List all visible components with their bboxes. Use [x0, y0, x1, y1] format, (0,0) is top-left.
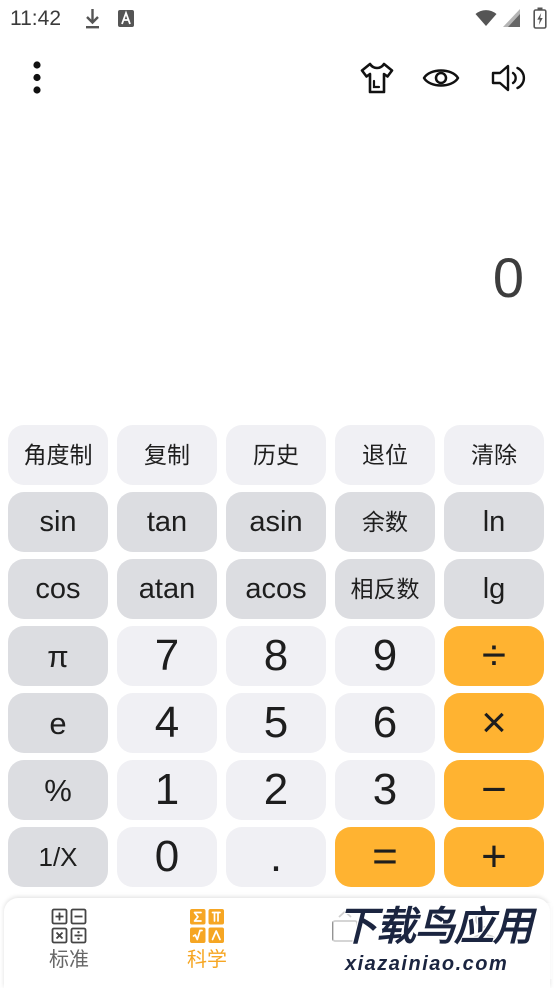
key-tan[interactable]: tan	[117, 492, 217, 552]
cellular-signal-icon	[503, 9, 520, 27]
key-multiply[interactable]: ×	[444, 693, 544, 753]
key-equals[interactable]: =	[335, 827, 435, 887]
key-1[interactable]: 1	[117, 760, 217, 820]
key-6[interactable]: 6	[335, 693, 435, 753]
key-asin[interactable]: asin	[226, 492, 326, 552]
display-value: 0	[492, 246, 524, 309]
battery-charging-icon	[533, 7, 547, 29]
display: 0	[0, 110, 554, 410]
key-sin[interactable]: sin	[8, 492, 108, 552]
key-add[interactable]: +	[444, 827, 544, 887]
key-negate[interactable]: 相反数	[335, 559, 435, 619]
key-history[interactable]: 历史	[226, 425, 326, 485]
watermark: 下载鸟应用 xiazainiao.com	[333, 903, 552, 979]
shirt-icon[interactable]	[360, 62, 394, 94]
a-notification-icon	[118, 10, 134, 27]
key-2[interactable]: 2	[226, 760, 326, 820]
key-8[interactable]: 8	[226, 626, 326, 686]
status-time: 11:42	[10, 7, 61, 30]
key-backspace[interactable]: 退位	[335, 425, 435, 485]
tab-scientific[interactable]: 科学	[142, 898, 272, 984]
key-cos[interactable]: cos	[8, 559, 108, 619]
tab-standard-label: 标准	[49, 949, 89, 971]
key-e[interactable]: e	[8, 693, 108, 753]
eye-icon[interactable]	[422, 64, 460, 92]
key-copy[interactable]: 复制	[117, 425, 217, 485]
key-3[interactable]: 3	[335, 760, 435, 820]
scientific-calculator-icon	[190, 909, 224, 943]
key-ln[interactable]: ln	[444, 492, 544, 552]
key-angle-unit[interactable]: 角度制	[8, 425, 108, 485]
status-bar: 11:42	[0, 0, 554, 40]
wifi-icon	[475, 10, 497, 26]
key-subtract[interactable]: −	[444, 760, 544, 820]
standard-calculator-icon	[51, 908, 87, 944]
download-icon	[86, 9, 99, 29]
key-percent[interactable]: %	[8, 760, 108, 820]
key-atan[interactable]: atan	[117, 559, 217, 619]
key-clear[interactable]: 清除	[444, 425, 544, 485]
key-7[interactable]: 7	[117, 626, 217, 686]
watermark-title: 下载鸟应用	[337, 905, 533, 949]
key-decimal-point[interactable]: .	[226, 827, 326, 887]
key-5[interactable]: 5	[226, 693, 326, 753]
key-acos[interactable]: acos	[226, 559, 326, 619]
watermark-url: xiazainiao.com	[345, 953, 509, 975]
tab-scientific-label: 科学	[187, 949, 227, 971]
key-remainder[interactable]: 余数	[335, 492, 435, 552]
key-pi[interactable]: π	[8, 626, 108, 686]
keypad: 角度制 复制 历史 退位 清除 sin tan asin 余数 ln cos a…	[8, 425, 544, 887]
key-reciprocal[interactable]: 1/X	[8, 827, 108, 887]
tab-standard[interactable]: 标准	[4, 898, 134, 984]
key-9[interactable]: 9	[335, 626, 435, 686]
more-vertical-icon[interactable]	[29, 58, 45, 98]
key-0[interactable]: 0	[117, 827, 217, 887]
key-divide[interactable]: ÷	[444, 626, 544, 686]
speaker-icon[interactable]	[490, 62, 528, 94]
key-lg[interactable]: lg	[444, 559, 544, 619]
key-4[interactable]: 4	[117, 693, 217, 753]
